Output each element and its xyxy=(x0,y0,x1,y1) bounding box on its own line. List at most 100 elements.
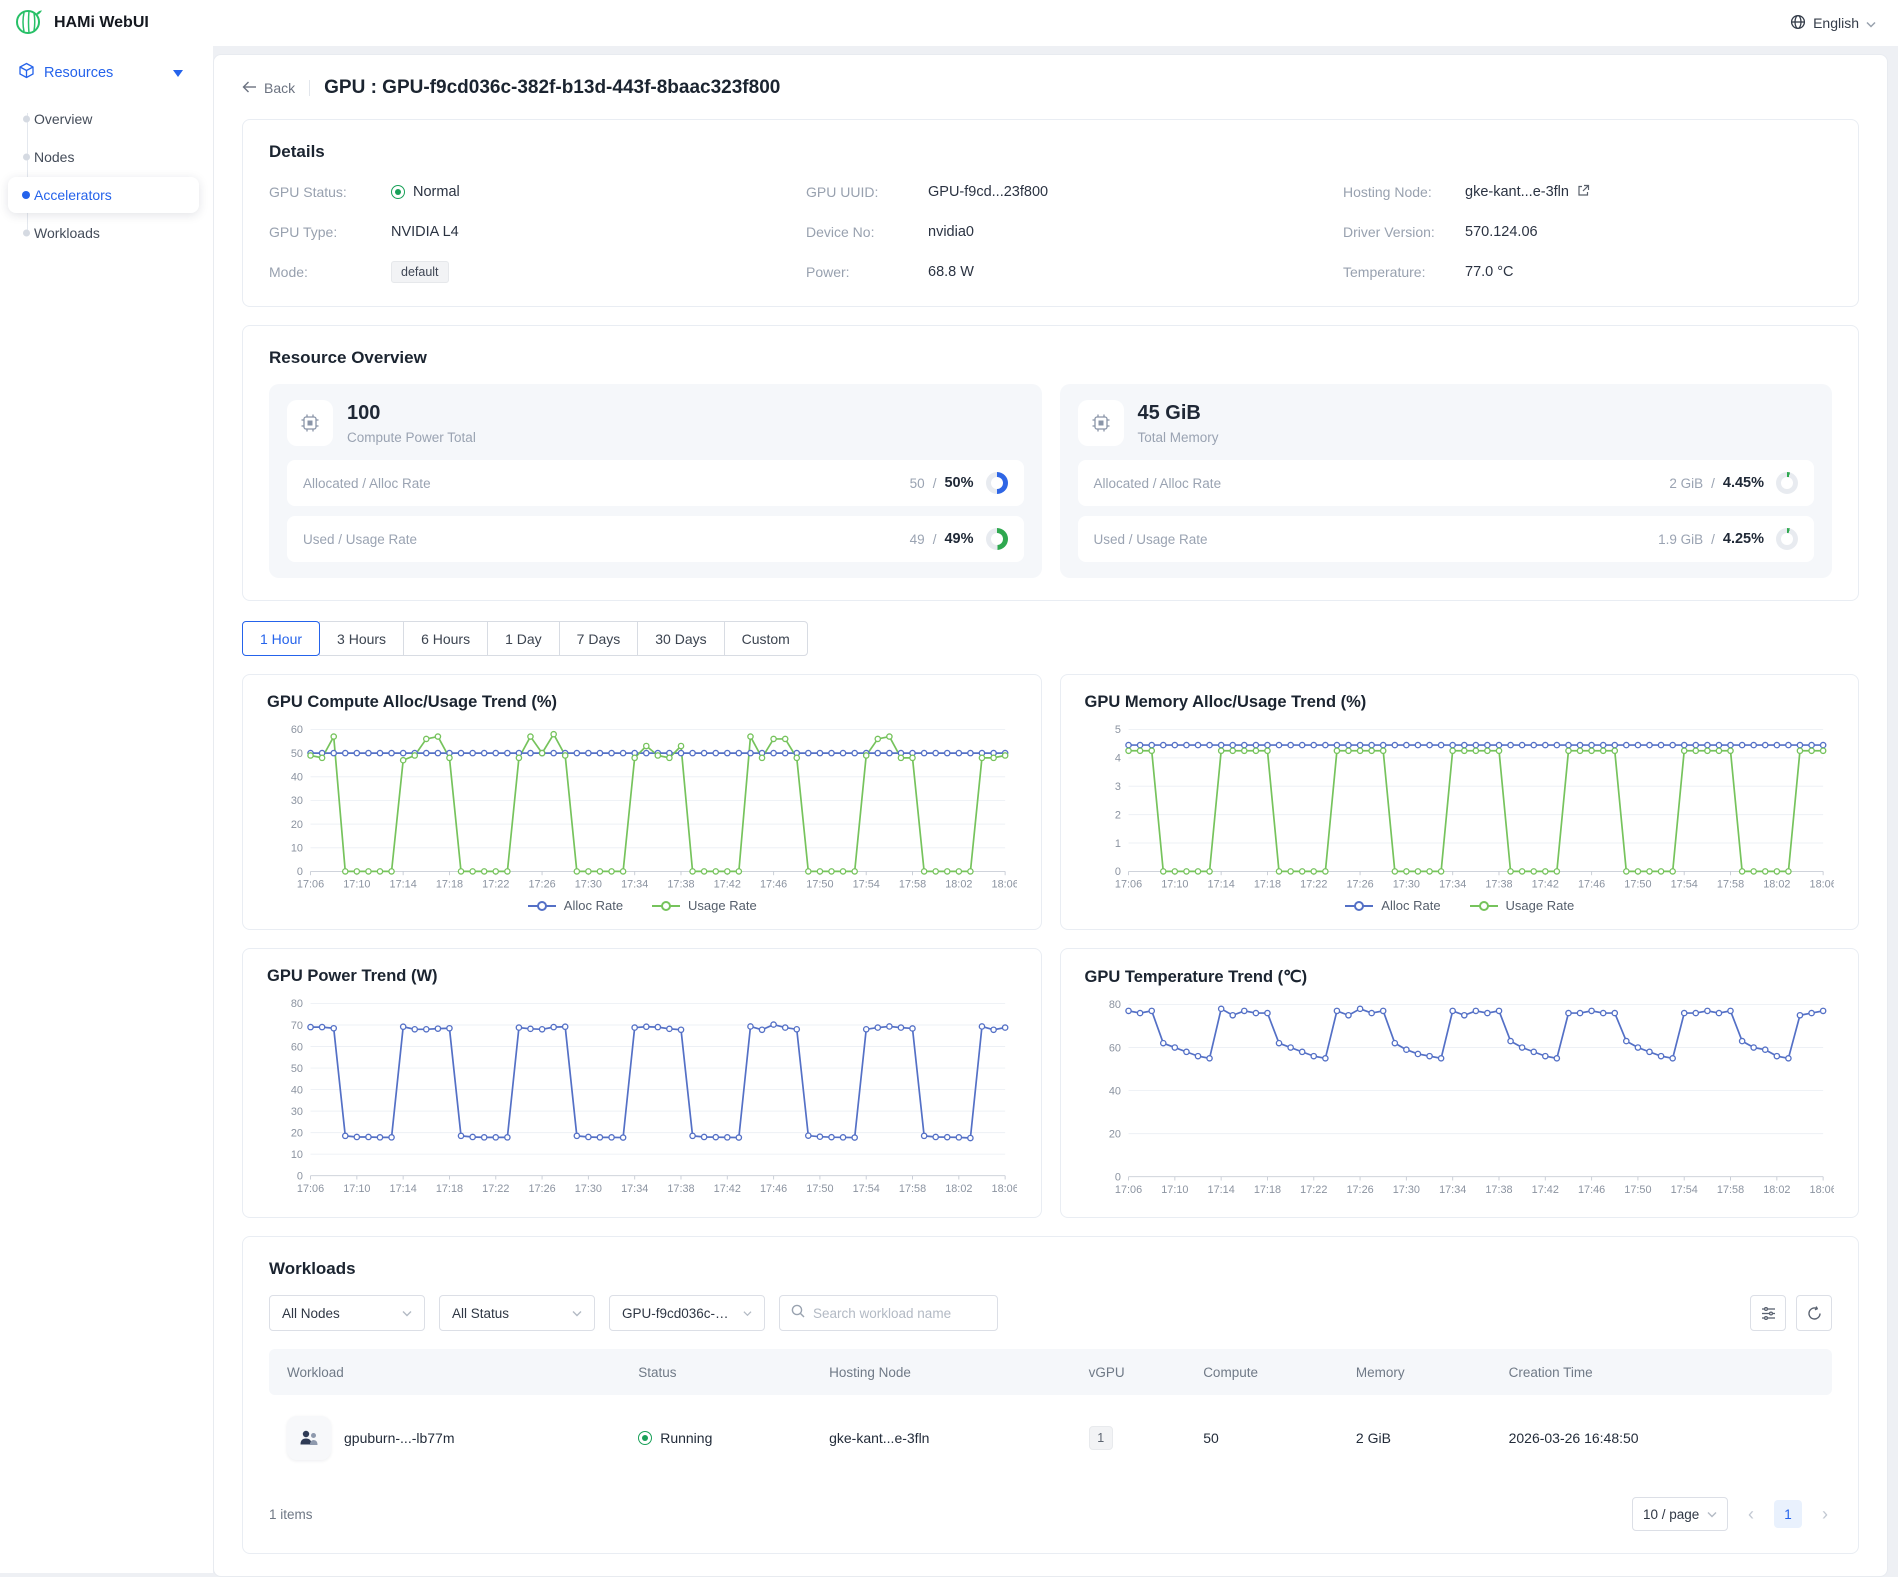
svg-text:2: 2 xyxy=(1114,809,1120,821)
refresh-button[interactable] xyxy=(1796,1295,1832,1331)
svg-text:17:58: 17:58 xyxy=(899,878,926,890)
svg-text:17:10: 17:10 xyxy=(1161,1184,1188,1196)
tab-7-days[interactable]: 7 Days xyxy=(559,621,639,656)
compute-trend-chart-card: GPU Compute Alloc/Usage Trend (%) 010203… xyxy=(242,674,1042,930)
content-panel: Back GPU : GPU-f9cd036c-382f-b13d-443f-8… xyxy=(213,54,1888,1577)
tab-30-days[interactable]: 30 Days xyxy=(637,621,724,656)
page-size-select[interactable]: 10 / page xyxy=(1632,1497,1728,1531)
resource-overview-card: Resource Overview 100 xyxy=(242,325,1859,601)
search-input[interactable] xyxy=(813,1306,986,1321)
sidebar: Resources Overview Nodes Accelerators Wo… xyxy=(0,46,213,1573)
sidebar-item-workloads[interactable]: Workloads xyxy=(8,215,199,251)
memory-chip-icon xyxy=(1078,400,1124,446)
gpu-filter-select[interactable]: GPU-f9cd036c-382... xyxy=(609,1295,765,1331)
vgpu-count-tag: 1 xyxy=(1089,1426,1113,1450)
chart-legend[interactable]: Alloc RateUsage Rate xyxy=(1085,898,1835,913)
workload-created: 2026-03-26 16:48:50 xyxy=(1509,1430,1814,1446)
field-temperature: Temperature: 77.0 °C xyxy=(1343,260,1832,284)
node-filter-select[interactable]: All Nodes xyxy=(269,1295,425,1331)
page-number[interactable]: 1 xyxy=(1774,1500,1802,1528)
tab-1-hour[interactable]: 1 Hour xyxy=(242,621,320,656)
svg-text:17:42: 17:42 xyxy=(1531,878,1558,890)
svg-text:17:42: 17:42 xyxy=(714,878,741,890)
svg-text:40: 40 xyxy=(291,772,303,784)
temperature-trend-chart-card: GPU Temperature Trend (℃) 02040608017:06… xyxy=(1060,948,1860,1218)
chart-title: GPU Temperature Trend (℃) xyxy=(1085,967,1835,987)
svg-text:60: 60 xyxy=(1108,1042,1120,1054)
svg-text:60: 60 xyxy=(291,1041,303,1053)
divider xyxy=(309,80,310,96)
svg-text:17:50: 17:50 xyxy=(806,878,833,890)
field-device-no: Device No: nvidia0 xyxy=(806,220,1295,244)
svg-text:17:22: 17:22 xyxy=(482,1183,509,1195)
field-mode: Mode: default xyxy=(269,260,758,284)
prev-page-icon[interactable]: ‹ xyxy=(1744,1505,1758,1523)
globe-icon xyxy=(1790,14,1806,33)
svg-text:17:50: 17:50 xyxy=(1624,1184,1651,1196)
svg-text:17:14: 17:14 xyxy=(1207,1184,1234,1196)
svg-text:70: 70 xyxy=(291,1020,303,1032)
workload-memory: 2 GiB xyxy=(1356,1430,1509,1446)
table-footer: 1 items 10 / page ‹ 1 › xyxy=(269,1497,1832,1531)
next-page-icon[interactable]: › xyxy=(1818,1505,1832,1523)
svg-text:17:46: 17:46 xyxy=(1577,1184,1604,1196)
sidebar-item-overview[interactable]: Overview xyxy=(8,101,199,137)
svg-text:17:26: 17:26 xyxy=(528,1183,555,1195)
svg-text:17:14: 17:14 xyxy=(1207,878,1234,890)
pagination: 10 / page ‹ 1 › xyxy=(1632,1497,1832,1531)
memory-alloc-row: Allocated / Alloc Rate 2 GiB / 4.45% xyxy=(1078,460,1815,506)
svg-text:30: 30 xyxy=(291,1106,303,1118)
chevron-down-icon xyxy=(1866,15,1876,31)
workload-pods-icon xyxy=(287,1416,331,1460)
svg-text:17:26: 17:26 xyxy=(1346,878,1373,890)
table-actions xyxy=(1750,1295,1832,1331)
svg-text:10: 10 xyxy=(291,1149,303,1161)
svg-text:20: 20 xyxy=(1108,1128,1120,1140)
svg-text:17:06: 17:06 xyxy=(1114,878,1141,890)
back-button[interactable]: Back xyxy=(242,80,295,96)
bullet-icon xyxy=(23,230,30,237)
details-col-3: Hosting Node: gke-kant...e-3fln Driver V… xyxy=(1343,180,1832,284)
tab-custom[interactable]: Custom xyxy=(724,621,808,656)
svg-text:17:30: 17:30 xyxy=(575,1183,602,1195)
svg-text:0: 0 xyxy=(297,866,303,878)
workloads-card: Workloads All Nodes All Status GPU-f9cd0… xyxy=(242,1236,1859,1554)
details-grid: GPU Status: Normal GPU Type: NVIDIA L4 M… xyxy=(269,180,1832,284)
arrow-left-icon xyxy=(242,80,257,96)
tab-3-hours[interactable]: 3 Hours xyxy=(319,621,404,656)
sidebar-item-accelerators[interactable]: Accelerators xyxy=(8,177,199,213)
sidebar-item-nodes[interactable]: Nodes xyxy=(8,139,199,175)
svg-text:17:38: 17:38 xyxy=(1485,1184,1512,1196)
sidebar-section-label: Resources xyxy=(44,65,113,81)
svg-text:17:22: 17:22 xyxy=(1300,878,1327,890)
svg-text:17:46: 17:46 xyxy=(760,878,787,890)
status-running-icon xyxy=(638,1431,652,1445)
tab-6-hours[interactable]: 6 Hours xyxy=(403,621,488,656)
chart-legend[interactable]: Alloc RateUsage Rate xyxy=(267,898,1017,913)
time-range-tabs: 1 Hour 3 Hours 6 Hours 1 Day 7 Days 30 D… xyxy=(242,621,808,656)
page-header: Back GPU : GPU-f9cd036c-382f-b13d-443f-8… xyxy=(242,77,1859,99)
svg-text:17:42: 17:42 xyxy=(1531,1184,1558,1196)
svg-text:18:02: 18:02 xyxy=(1763,1184,1790,1196)
external-link-icon[interactable] xyxy=(1577,184,1590,201)
tab-1-day[interactable]: 1 Day xyxy=(487,621,560,656)
status-filter-select[interactable]: All Status xyxy=(439,1295,595,1331)
table-row[interactable]: gpuburn-...-lb77m Running gke-kant...e-3… xyxy=(269,1395,1832,1481)
workload-search xyxy=(779,1295,998,1331)
language-selector[interactable]: English xyxy=(1790,14,1876,33)
charts-row-2: GPU Power Trend (W) 0102030405060708017:… xyxy=(242,948,1859,1218)
details-title: Details xyxy=(269,142,1832,162)
compute-alloc-row: Allocated / Alloc Rate 50 / 50% xyxy=(287,460,1024,506)
svg-text:17:54: 17:54 xyxy=(1670,1184,1697,1196)
workload-name: gpuburn-...-lb77m xyxy=(344,1430,455,1446)
svg-text:3: 3 xyxy=(1114,781,1120,793)
svg-text:80: 80 xyxy=(291,998,303,1010)
svg-text:20: 20 xyxy=(291,819,303,831)
svg-text:18:02: 18:02 xyxy=(1763,878,1790,890)
sidebar-section-resources[interactable]: Resources xyxy=(0,46,213,95)
svg-text:17:46: 17:46 xyxy=(1577,878,1604,890)
resource-overview-title: Resource Overview xyxy=(269,348,1832,368)
svg-text:17:18: 17:18 xyxy=(436,1183,463,1195)
field-gpu-type: GPU Type: NVIDIA L4 xyxy=(269,220,758,244)
column-settings-button[interactable] xyxy=(1750,1295,1786,1331)
